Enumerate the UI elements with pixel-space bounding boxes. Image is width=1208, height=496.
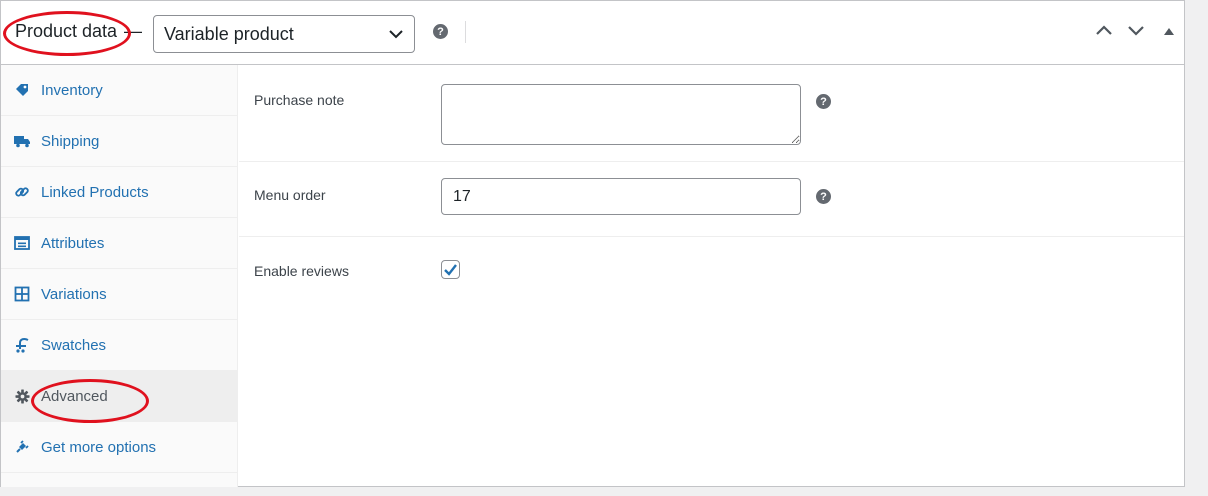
chevron-down-icon[interactable] — [1126, 23, 1146, 37]
tab-label: Shipping — [41, 132, 100, 150]
tab-linked-products[interactable]: Linked Products — [1, 167, 237, 218]
tag-icon — [13, 81, 31, 99]
tab-get-more-options[interactable]: Get more options — [1, 422, 237, 473]
help-icon[interactable]: ? — [816, 94, 831, 109]
tab-swatches[interactable]: Swatches — [1, 320, 237, 371]
panel-header: Product data — Variable product ? — [1, 1, 1184, 65]
purchase-note-row: Purchase note ? — [239, 65, 1184, 162]
tab-label: Swatches — [41, 336, 107, 354]
tab-variations[interactable]: Variations — [1, 269, 237, 320]
help-icon[interactable]: ? — [816, 189, 831, 204]
collapse-toggle-icon[interactable] — [1163, 26, 1175, 36]
product-type-value: Variable product — [164, 23, 294, 44]
menu-order-row: Menu order ? — [239, 162, 1184, 237]
menu-order-input[interactable] — [441, 178, 801, 215]
truck-icon — [13, 132, 31, 150]
enable-reviews-checkbox[interactable] — [441, 260, 460, 279]
help-icon[interactable]: ? — [433, 24, 448, 39]
tab-label: Linked Products — [41, 183, 149, 201]
tab-advanced[interactable]: Advanced — [1, 371, 237, 423]
tab-label: Attributes — [41, 234, 105, 252]
plugin-icon — [13, 438, 31, 456]
product-type-select[interactable]: Variable product — [153, 15, 415, 53]
checkmark-icon — [444, 264, 457, 276]
swatches-icon — [13, 336, 31, 354]
tab-label: Variations — [41, 285, 107, 303]
gear-icon — [13, 387, 31, 405]
product-data-tabs: Inventory Shipping Linked Products Attri… — [1, 65, 238, 487]
purchase-note-label: Purchase note — [254, 92, 345, 108]
annotation-circle-title — [3, 11, 131, 56]
tab-inventory[interactable]: Inventory — [1, 65, 237, 116]
tab-attributes[interactable]: Attributes — [1, 218, 237, 269]
enable-reviews-row: Enable reviews — [239, 237, 1184, 307]
attributes-icon — [13, 234, 31, 252]
product-data-panel: Product data — Variable product ? Invent… — [0, 0, 1185, 487]
tab-label: Advanced — [41, 387, 108, 405]
header-divider — [465, 21, 466, 43]
purchase-note-textarea[interactable] — [441, 84, 801, 145]
link-icon — [13, 183, 31, 201]
chevron-down-icon — [389, 30, 403, 39]
grid-icon — [13, 285, 31, 303]
advanced-panel: Purchase note ? Menu order ? Enable revi… — [239, 65, 1184, 487]
tab-shipping[interactable]: Shipping — [1, 116, 237, 167]
tab-label: Inventory — [41, 81, 103, 99]
tab-label: Get more options — [41, 438, 157, 456]
menu-order-label: Menu order — [254, 187, 326, 203]
chevron-up-icon[interactable] — [1094, 23, 1114, 37]
enable-reviews-label: Enable reviews — [254, 263, 349, 279]
